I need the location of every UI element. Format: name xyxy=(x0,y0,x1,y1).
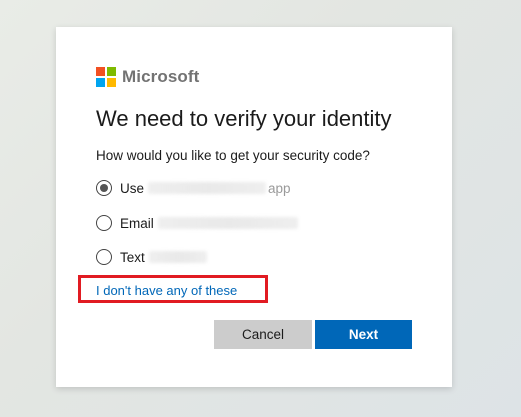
option-email[interactable]: Email xyxy=(96,213,298,233)
brand-name: Microsoft xyxy=(122,67,200,86)
microsoft-logo-icon xyxy=(96,67,116,87)
cancel-button[interactable]: Cancel xyxy=(214,320,312,349)
radio-button[interactable] xyxy=(96,215,112,231)
next-button[interactable]: Next xyxy=(315,320,412,349)
radio-button-selected[interactable] xyxy=(96,180,112,196)
option-text[interactable]: Text xyxy=(96,247,207,267)
logo-square-blue xyxy=(96,78,105,87)
option-label: Email xyxy=(120,215,154,231)
radio-button[interactable] xyxy=(96,249,112,265)
brand-header: Microsoft xyxy=(96,67,199,87)
no-options-link[interactable]: I don't have any of these xyxy=(96,283,237,298)
security-code-question: How would you like to get your security … xyxy=(96,148,370,163)
logo-square-green xyxy=(107,67,116,76)
redacted-text xyxy=(148,251,207,263)
logo-square-yellow xyxy=(107,78,116,87)
logo-square-red xyxy=(96,67,105,76)
redacted-text xyxy=(148,182,267,194)
redacted-text xyxy=(157,217,298,229)
option-label: Use xyxy=(120,180,145,196)
page-title: We need to verify your identity xyxy=(96,106,392,131)
radio-dot-icon xyxy=(100,184,108,192)
verify-identity-dialog: Microsoft We need to verify your identit… xyxy=(56,27,452,387)
option-label: Text xyxy=(120,249,145,265)
option-authenticator-app[interactable]: Use app xyxy=(96,178,291,198)
option-trailing-text: app xyxy=(268,180,291,196)
